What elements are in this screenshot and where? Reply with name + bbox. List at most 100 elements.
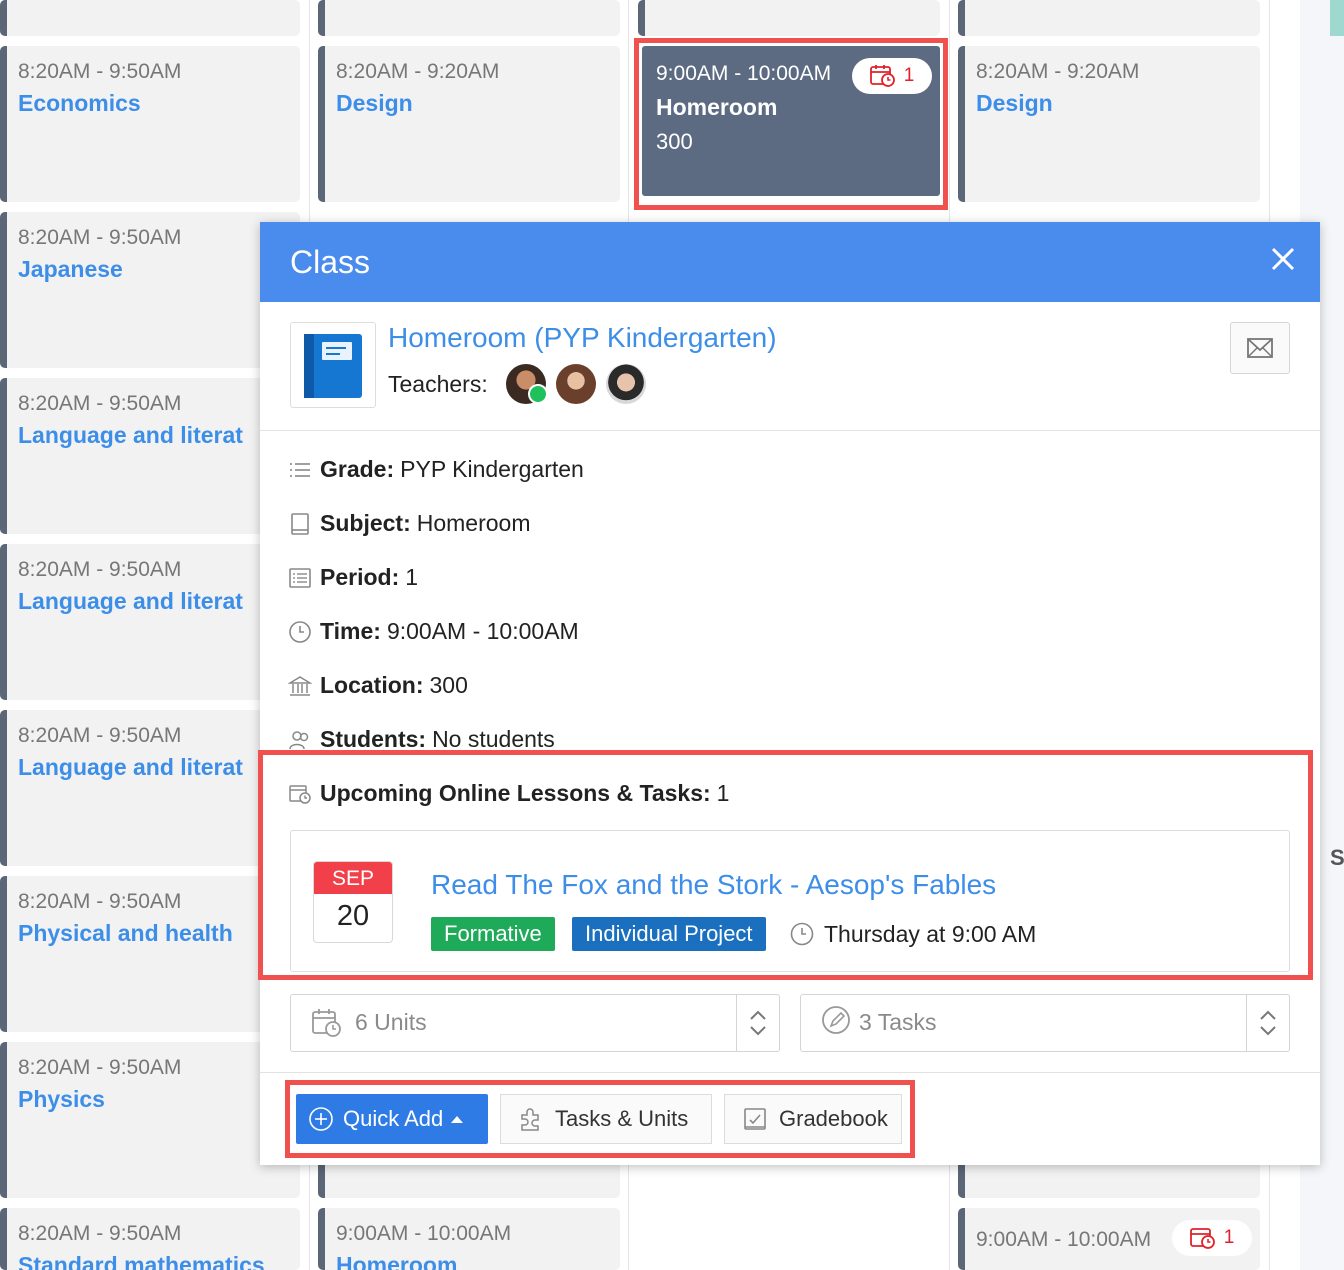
- lesson-when: Thursday at 9:00 AM: [824, 921, 1037, 947]
- calendar-card-top-cut[interactable]: [958, 0, 1260, 36]
- detail-value: 9:00AM - 10:00AM: [386, 618, 579, 644]
- card-name: Design: [976, 90, 1053, 116]
- units-select[interactable]: 6 Units: [290, 994, 780, 1052]
- card-time: 8:20AM - 9:50AM: [18, 1056, 182, 1079]
- tasks-units-label: Tasks & Units: [555, 1106, 689, 1131]
- modal-header: Class: [260, 222, 1320, 302]
- gradebook-label: Gradebook: [779, 1106, 888, 1131]
- teachers-label: Teachers:: [388, 371, 488, 397]
- card-time: 8:20AM - 9:50AM: [18, 226, 182, 249]
- badge-count: 1: [1223, 1227, 1235, 1248]
- calendar-card-cut[interactable]: [318, 1160, 620, 1198]
- calendar-card-top-cut[interactable]: [318, 0, 620, 36]
- card-name: Physics: [18, 1086, 105, 1112]
- detail-value: No students: [432, 726, 555, 752]
- calendar-card-language[interactable]: 8:20AM - 9:50AM Language and literat: [0, 378, 300, 534]
- detail-label: Time:: [320, 618, 381, 644]
- calendar-card-top-cut[interactable]: [638, 0, 940, 36]
- chevron-updown-icon: [750, 1010, 766, 1036]
- detail-value: PYP Kindergarten: [400, 456, 584, 482]
- upcoming-count: 1: [716, 780, 730, 806]
- pencil-circle-icon: [822, 1006, 850, 1034]
- calendar-card-homeroom[interactable]: 9:00AM - 10:00AM Homeroom: [318, 1208, 620, 1270]
- envelope-icon: [1247, 338, 1273, 358]
- building-icon: [288, 675, 312, 696]
- notebook-icon: [304, 334, 362, 398]
- puzzle-icon: [521, 1108, 539, 1131]
- card-time: 8:20AM - 9:50AM: [18, 724, 182, 747]
- calendar-clock-icon: [869, 65, 895, 87]
- card-name: Language and literat: [18, 754, 243, 780]
- modal-title: Class: [290, 244, 371, 280]
- plus-circle-icon: [309, 1107, 333, 1131]
- quick-add-label: Quick Add: [343, 1106, 444, 1131]
- class-thumbnail: [290, 322, 376, 408]
- card-location: 300: [656, 129, 693, 154]
- tag-formative: Formative: [431, 917, 555, 951]
- calendar-card-top-cut[interactable]: [0, 0, 300, 36]
- detail-subject: Subject: Homeroom: [288, 510, 531, 537]
- book-icon: [291, 512, 309, 535]
- lesson-title-link[interactable]: Read The Fox and the Stork - Aesop's Fab…: [431, 869, 996, 901]
- units-select-value: 6 Units: [355, 1009, 427, 1035]
- calendar-card-design[interactable]: 8:20AM - 9:20AM Design: [318, 46, 620, 202]
- detail-location: Location: 300: [288, 672, 468, 699]
- card-time: 8:20AM - 9:20AM: [976, 60, 1140, 83]
- calendar-card-economics[interactable]: 8:20AM - 9:50AM Economics: [0, 46, 300, 202]
- card-name: Design: [336, 90, 413, 116]
- card-time: 8:20AM - 9:50AM: [18, 1222, 182, 1245]
- divider: [260, 430, 1320, 431]
- detail-value: 1: [405, 564, 419, 590]
- detail-value: Homeroom: [416, 510, 531, 536]
- gradebook-button[interactable]: Gradebook: [724, 1094, 902, 1144]
- tasks-stepper[interactable]: [1246, 995, 1289, 1051]
- calendar-card-physics[interactable]: 8:20AM - 9:50AM Physics: [0, 1042, 300, 1198]
- tasks-select[interactable]: 3 Tasks: [800, 994, 1290, 1052]
- calendar-card-cut[interactable]: [958, 1160, 1260, 1198]
- lesson-count-badge[interactable]: 1: [1172, 1220, 1252, 1256]
- card-name: Language and literat: [18, 422, 243, 448]
- tasks-units-button[interactable]: Tasks & Units: [500, 1094, 712, 1144]
- detail-grade: Grade: PYP Kindergarten: [288, 456, 584, 483]
- gradebook-icon: [744, 1108, 766, 1130]
- detail-value: 300: [429, 672, 468, 698]
- detail-period: Period: 1: [288, 564, 418, 591]
- card-time: 9:00AM - 10:00AM: [656, 62, 832, 85]
- close-icon[interactable]: [1268, 244, 1298, 274]
- calendar-card-design[interactable]: 8:20AM - 9:20AM Design: [958, 46, 1260, 202]
- divider: [260, 1072, 1320, 1073]
- card-time: 8:20AM - 9:50AM: [18, 558, 182, 581]
- card-time: 9:00AM - 10:00AM: [976, 1228, 1152, 1251]
- card-name: Language and literat: [18, 588, 243, 614]
- avatar[interactable]: [556, 364, 596, 404]
- calendar-card-physical-health[interactable]: 8:20AM - 9:50AM Physical and health: [0, 876, 300, 1032]
- calendar-clock-icon: [312, 1009, 341, 1037]
- card-name: Standard mathematics: [18, 1252, 265, 1270]
- detail-label: Grade:: [320, 456, 395, 482]
- class-modal: Class Homeroom (PYP Kindergarten) Teache…: [260, 222, 1320, 1165]
- card-name: Homeroom: [656, 94, 778, 120]
- lesson-card[interactable]: SEP 20 Read The Fox and the Stork - Aeso…: [290, 830, 1290, 972]
- quick-add-button[interactable]: Quick Add: [296, 1094, 488, 1144]
- tasks-select-value: 3 Tasks: [859, 1009, 937, 1035]
- calendar-card-japanese[interactable]: 8:20AM - 9:50AM Japanese: [0, 212, 300, 368]
- card-name: Physical and health: [18, 920, 233, 946]
- avatar[interactable]: [606, 364, 646, 404]
- detail-label: Students:: [320, 726, 427, 752]
- calendar-card-language[interactable]: 8:20AM - 9:50AM Language and literat: [0, 544, 300, 700]
- date-badge: SEP 20: [313, 861, 393, 943]
- calendar-card-math[interactable]: 8:20AM - 9:50AM Standard mathematics: [0, 1208, 300, 1270]
- units-stepper[interactable]: [736, 995, 779, 1051]
- students-icon: [289, 730, 309, 749]
- card-time: 9:00AM - 10:00AM: [336, 1222, 512, 1245]
- detail-label: Period:: [320, 564, 400, 590]
- tag-individual-project: Individual Project: [572, 917, 766, 951]
- date-day: 20: [336, 900, 370, 932]
- class-name-link[interactable]: Homeroom (PYP Kindergarten): [388, 322, 777, 354]
- lesson-count-badge[interactable]: 1: [852, 58, 932, 94]
- email-button[interactable]: [1230, 322, 1290, 374]
- card-name: Japanese: [18, 256, 123, 282]
- calendar-card-language[interactable]: 8:20AM - 9:50AM Language and literat: [0, 710, 300, 866]
- card-time: 8:20AM - 9:50AM: [18, 890, 182, 913]
- clock-icon: [289, 620, 311, 643]
